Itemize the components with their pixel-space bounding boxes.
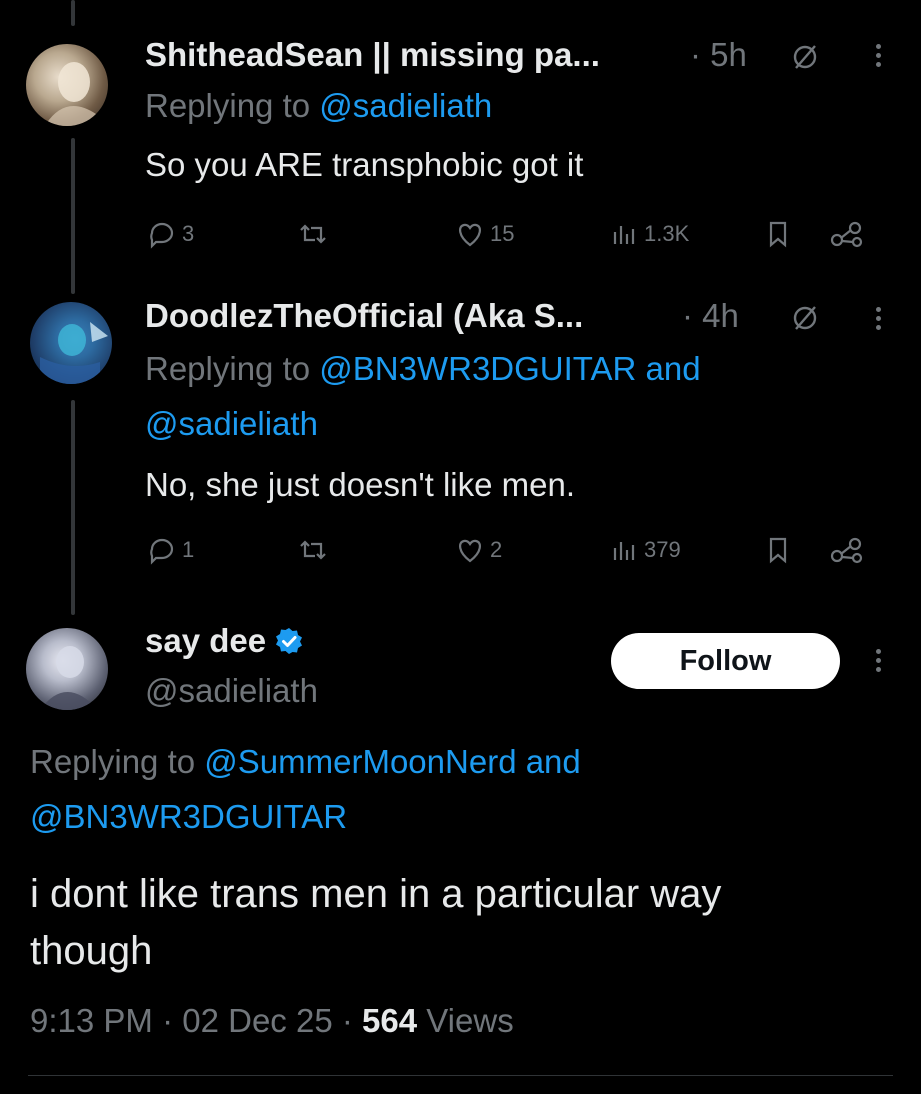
retweet-icon <box>300 224 326 244</box>
retweet-icon <box>300 540 326 560</box>
verified-badge-icon <box>276 628 303 654</box>
action-bar: 1 2 379 <box>146 534 876 574</box>
bookmark-button[interactable] <box>763 218 793 250</box>
mention-link[interactable]: @BN3WR3DGUITAR <box>30 798 347 836</box>
replying-to: Replying to @sadieliath <box>145 87 493 124</box>
divider <box>28 1075 893 1076</box>
display-name[interactable]: DoodlezTheOfficial (Aka S... <box>145 297 583 335</box>
tweet-text: i dont like trans men in a particular wa… <box>30 866 721 980</box>
heart-icon <box>458 539 482 563</box>
grok-icon[interactable] <box>790 42 820 77</box>
views-button[interactable]: 379 <box>608 534 681 566</box>
bookmark-icon <box>769 537 787 564</box>
bookmark-icon <box>769 221 787 248</box>
more-options-icon[interactable] <box>876 303 884 334</box>
dot: · <box>690 36 711 73</box>
avatar-image <box>40 322 108 384</box>
user-handle[interactable]: @sadieliath <box>145 672 318 710</box>
tweet-timestamp-row: 9:13 PM · 02 Dec 25 · 564 Views <box>30 1002 514 1040</box>
mention-link[interactable]: @sadieliath <box>319 87 492 124</box>
thread-line-top <box>71 0 75 26</box>
tweet-text-line-1: i dont like trans men in a particular wa… <box>30 872 722 916</box>
tweet-date[interactable]: 02 Dec 25 <box>182 1002 332 1039</box>
tweet-text-line-2: though <box>30 929 153 973</box>
reply-icon <box>150 538 174 565</box>
display-name[interactable]: ShitheadSean || missing pa... <box>145 36 600 74</box>
dot: · <box>162 1002 174 1039</box>
views-count: 564 <box>362 1002 418 1039</box>
follow-button[interactable]: Follow <box>611 633 840 689</box>
timestamp[interactable]: · 4h <box>682 297 739 335</box>
views-icon <box>613 226 635 244</box>
avatar[interactable] <box>26 44 108 126</box>
avatar-image <box>26 62 108 126</box>
retweet-button[interactable] <box>296 218 330 250</box>
grok-icon[interactable] <box>790 303 820 338</box>
more-options-icon[interactable] <box>876 40 884 71</box>
retweet-button[interactable] <box>296 534 330 566</box>
tweet-text: So you ARE transphobic got it <box>145 146 584 183</box>
heart-icon <box>458 223 482 247</box>
like-button[interactable]: 15 <box>454 218 514 250</box>
action-bar: 3 15 1.3K <box>146 218 876 258</box>
share-icon <box>830 537 863 564</box>
share-button[interactable] <box>829 534 865 566</box>
share-button[interactable] <box>829 218 865 250</box>
mention-link[interactable]: @BN3WR3DGUITAR and <box>319 350 700 387</box>
thread-line-2 <box>71 400 75 615</box>
dot: · <box>341 1002 353 1039</box>
replying-to: Replying to @SummerMoonNerd and <box>30 743 581 780</box>
mention-link[interactable]: @SummerMoonNerd and <box>204 743 581 780</box>
reply-button[interactable]: 1 <box>146 534 194 566</box>
views-label: Views <box>426 1002 514 1039</box>
avatar[interactable] <box>30 302 112 384</box>
views-button[interactable]: 1.3K <box>608 218 689 250</box>
timestamp[interactable]: · 5h <box>690 36 747 74</box>
reply-button[interactable]: 3 <box>146 218 194 250</box>
share-icon <box>830 221 863 248</box>
replying-to: Replying to @BN3WR3DGUITAR and <box>145 350 701 387</box>
more-options-icon[interactable] <box>876 645 884 676</box>
dot: · <box>682 297 703 334</box>
reply-icon <box>150 222 174 249</box>
bookmark-button[interactable] <box>763 534 793 566</box>
tweet-time[interactable]: 9:13 PM <box>30 1002 153 1039</box>
avatar[interactable] <box>26 628 108 710</box>
thread-line-1 <box>71 138 75 294</box>
display-name[interactable]: say dee <box>145 622 304 660</box>
avatar-image <box>40 646 98 710</box>
views-icon <box>613 542 635 560</box>
like-button[interactable]: 2 <box>454 534 502 566</box>
mention-link[interactable]: @sadieliath <box>145 405 318 443</box>
tweet-text: No, she just doesn't like men. <box>145 466 576 503</box>
